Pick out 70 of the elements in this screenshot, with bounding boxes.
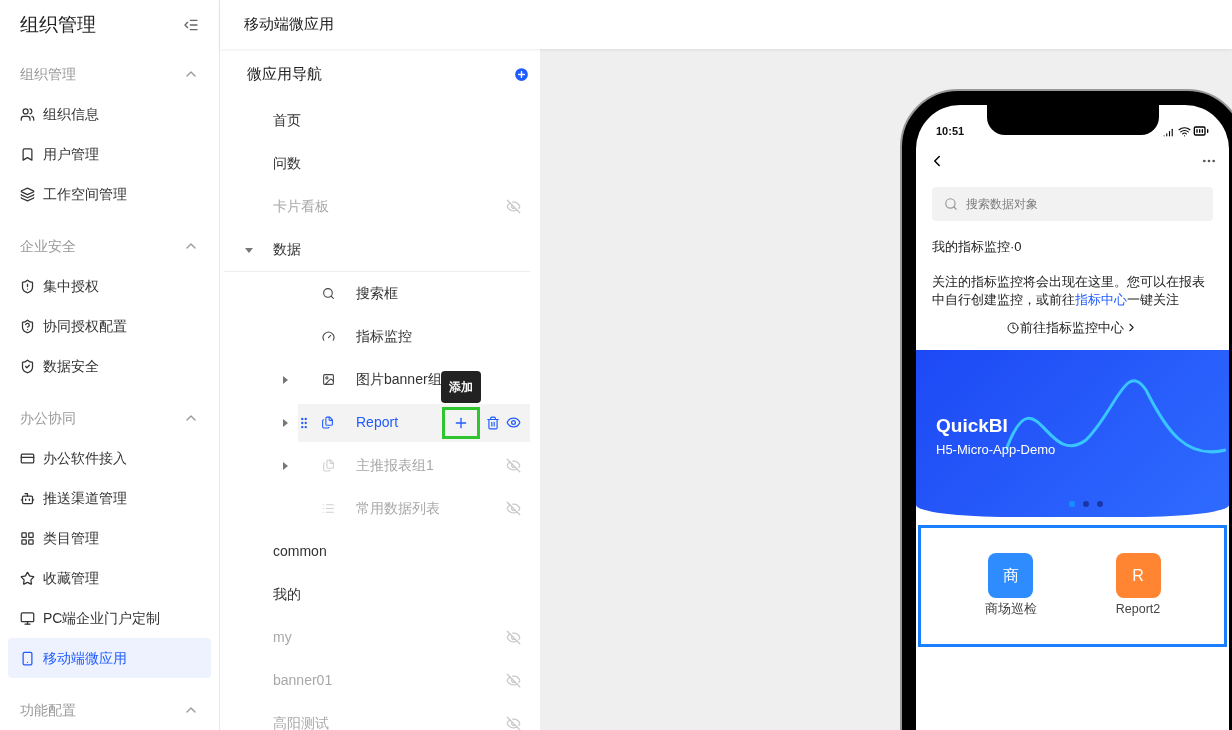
sidebar-item[interactable]: PC端企业门户定制 (8, 598, 211, 638)
wifi-icon (1178, 124, 1191, 138)
app-icon: R (1115, 553, 1161, 599)
nav-item[interactable]: 数据 (273, 239, 301, 260)
battery-icon (1193, 123, 1209, 139)
metric-center-link[interactable]: 指标中心 (1075, 292, 1127, 307)
sidebar-item[interactable]: 集中授权 (8, 266, 211, 306)
shield-icon (20, 278, 35, 294)
clock-icon (1007, 321, 1019, 334)
nav-item[interactable]: 我的 (273, 584, 301, 605)
description: 关注的指标监控将会出现在这里。您可以在报表中自行创建监控，或前往指标中心一键关注 (932, 273, 1206, 309)
nav-item[interactable]: Report (298, 403, 530, 442)
sidebar-item[interactable]: 办公软件接入 (8, 438, 211, 478)
phone-icon (20, 650, 35, 666)
stack-icon (20, 186, 35, 202)
nav-title: 微应用导航 (247, 63, 322, 84)
list-icon (322, 502, 335, 515)
sidebar-item[interactable]: 用户管理 (8, 134, 211, 174)
add-button[interactable] (442, 406, 480, 439)
star-icon (20, 570, 35, 586)
nav-item[interactable]: 问数 (273, 153, 301, 174)
page-title: 移动端微应用 (244, 14, 334, 35)
bookmark-icon (20, 146, 35, 162)
sidebar-item[interactable]: 推送渠道管理 (8, 478, 211, 518)
add-icon[interactable] (513, 65, 530, 83)
sidebar-item[interactable]: 协同授权配置 (8, 306, 211, 346)
robot-icon (20, 490, 35, 506)
nav-item[interactable]: 首页 (273, 110, 301, 131)
shield-icon (20, 318, 35, 334)
eye-icon[interactable] (506, 415, 521, 430)
document-icon (321, 416, 334, 429)
delete-icon[interactable] (486, 415, 500, 430)
app-shortcut[interactable]: 商 商场巡检 (984, 553, 1037, 620)
goto-monitor-button[interactable]: 前往指标监控中心 (1007, 318, 1138, 338)
app-icon: 商 (988, 553, 1033, 599)
people-icon (20, 106, 35, 122)
banner-title: QuickBI (936, 416, 1009, 436)
shield-check-icon (20, 358, 35, 374)
sidebar-item[interactable]: 组织信息 (8, 94, 211, 134)
nav-item[interactable]: 指标监控 (356, 326, 412, 347)
sidebar-item[interactable]: 类目管理 (8, 518, 211, 558)
sidebar-title: 组织管理 (20, 12, 96, 37)
app-shortcut[interactable]: R Report2 (1115, 553, 1161, 620)
tooltip: 添加 (441, 371, 481, 403)
app-label: Report2 (1115, 601, 1161, 619)
search-icon (322, 287, 335, 300)
sidebar-item[interactable]: 移动端微应用 (8, 638, 211, 678)
app-label: 商场巡检 (984, 601, 1037, 619)
gauge-icon (322, 330, 335, 343)
sidebar-item[interactable]: 数据安全 (8, 346, 211, 386)
caret-icon[interactable] (244, 245, 253, 254)
sidebar-item[interactable]: 收藏管理 (8, 558, 211, 598)
caret-icon[interactable] (281, 461, 289, 470)
document-icon (322, 459, 335, 472)
search-icon (944, 197, 958, 211)
nav-item[interactable]: 图片banner组 (356, 369, 442, 390)
status-time: 10:51 (936, 123, 965, 139)
sidebar-item[interactable]: 工作空间管理 (8, 174, 211, 214)
card-icon (20, 450, 35, 466)
nav-item[interactable]: common (273, 541, 327, 562)
caret-icon[interactable] (281, 375, 289, 384)
caret-icon[interactable] (281, 418, 289, 427)
monitor-icon (20, 610, 35, 626)
banner-subtitle: H5-Micro-App-Demo (936, 441, 1057, 460)
collapse-icon[interactable] (183, 17, 199, 33)
image-icon (322, 373, 335, 386)
monitor-title: 我的指标监控·0 (932, 238, 1023, 256)
grid-icon (20, 530, 35, 546)
search-field[interactable]: 搜索数据对象 (932, 187, 1213, 221)
nav-item[interactable]: 搜索框 (356, 283, 398, 304)
